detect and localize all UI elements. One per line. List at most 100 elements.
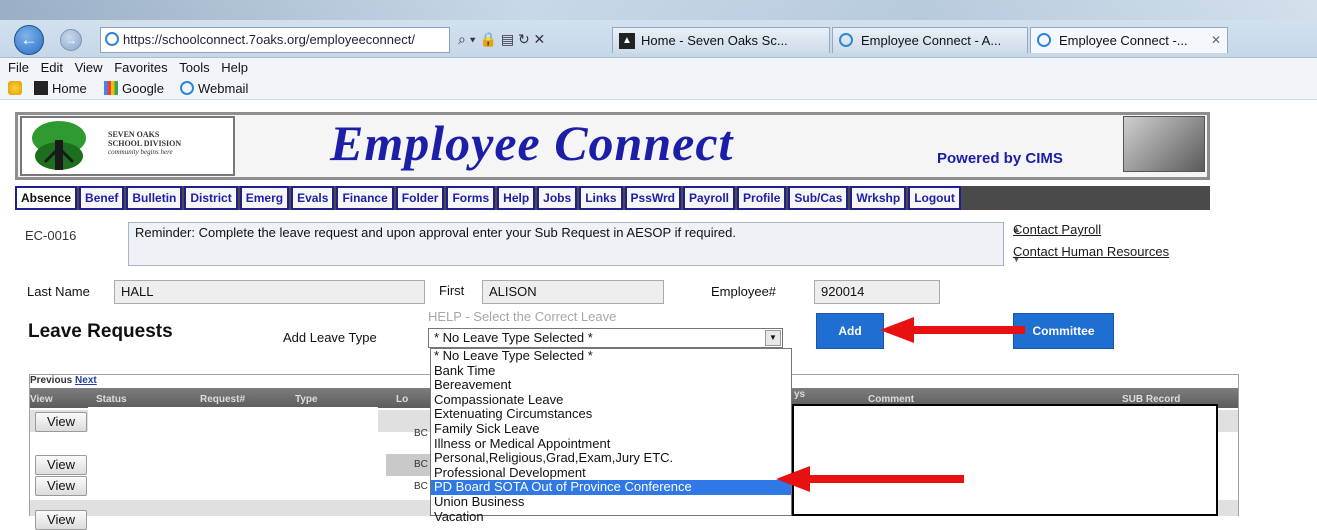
list-item[interactable]: Illness or Medical Appointment bbox=[431, 436, 791, 452]
list-item[interactable]: Compassionate Leave bbox=[431, 392, 791, 408]
address-bar-controls-icon[interactable]: ⌕ ▾ 🔒 ▤ ↻ ✕ bbox=[458, 31, 545, 48]
nav-logout[interactable]: Logout bbox=[908, 186, 961, 210]
add-button[interactable]: Add bbox=[816, 313, 884, 349]
reminder-message: Reminder: Complete the leave request and… bbox=[128, 222, 1004, 266]
nav-psswrd[interactable]: PssWrd bbox=[624, 186, 681, 210]
list-item[interactable]: * No Leave Type Selected * bbox=[431, 349, 791, 364]
col-days: ys bbox=[794, 389, 806, 400]
redacted-box bbox=[792, 404, 1218, 516]
nav-district[interactable]: District bbox=[184, 186, 238, 210]
fav-webmail[interactable]: Webmail bbox=[180, 81, 248, 96]
nav-folder[interactable]: Folder bbox=[395, 186, 445, 210]
page-title: Employee Connect bbox=[330, 115, 734, 171]
nav-finance[interactable]: Finance bbox=[336, 186, 394, 210]
nav-profile[interactable]: Profile bbox=[737, 186, 787, 210]
nav-evals[interactable]: Evals bbox=[291, 186, 335, 210]
menu-edit[interactable]: Edit bbox=[41, 58, 63, 78]
list-item-selected[interactable]: PD Board SOTA Out of Province Conference bbox=[431, 480, 791, 495]
notice-code: EC-0016 bbox=[25, 228, 77, 243]
view-button[interactable]: View bbox=[35, 510, 87, 530]
nav-payroll[interactable]: Payroll bbox=[683, 186, 736, 210]
location-cell: BC bbox=[414, 481, 428, 492]
redacted-area bbox=[88, 407, 378, 495]
school-logo-text: SEVEN OAKS SCHOOL DIVISION community beg… bbox=[108, 130, 182, 156]
view-button[interactable]: View bbox=[35, 455, 87, 475]
fav-home[interactable]: Home bbox=[34, 81, 87, 96]
nav-help[interactable]: Help bbox=[497, 186, 536, 210]
menu-favorites[interactable]: Favorites bbox=[114, 58, 167, 78]
grid-pager: Previous Next bbox=[30, 375, 97, 386]
menu-file[interactable]: File bbox=[8, 58, 29, 78]
employee-number-field[interactable]: 920014 bbox=[814, 280, 940, 304]
oak-tree-logo-icon bbox=[32, 121, 86, 170]
nav-emerg[interactable]: Emerg bbox=[239, 186, 290, 210]
location-cell: BC bbox=[414, 428, 428, 439]
nav-absence[interactable]: Absence bbox=[15, 186, 78, 210]
ie-page-icon bbox=[105, 32, 119, 46]
leave-requests-title: Leave Requests bbox=[28, 321, 173, 342]
col-location: Lo bbox=[396, 394, 409, 405]
tab-employee-connect-1[interactable]: Employee Connect - A... bbox=[832, 27, 1028, 53]
list-item[interactable]: Family Sick Leave bbox=[431, 422, 791, 437]
contact-hr-link[interactable]: Contact Human Resources bbox=[1013, 244, 1169, 259]
tab-home[interactable]: ▲ Home - Seven Oaks Sc... bbox=[612, 27, 830, 53]
favorites-bar: Home Google Webmail bbox=[0, 78, 1317, 100]
close-tab-icon[interactable]: ✕ bbox=[1211, 28, 1221, 53]
view-button[interactable]: View bbox=[35, 476, 87, 496]
tab-employee-connect-2[interactable]: Employee Connect -... ✕ bbox=[1030, 27, 1228, 53]
list-item[interactable]: Bereavement bbox=[431, 378, 791, 393]
list-item[interactable]: Union Business bbox=[431, 495, 791, 510]
nav-forms[interactable]: Forms bbox=[446, 186, 496, 210]
window-title-strip bbox=[0, 0, 1317, 20]
menu-tools[interactable]: Tools bbox=[179, 58, 209, 78]
last-name-label: Last Name bbox=[27, 284, 90, 299]
nav-links[interactable]: Links bbox=[579, 186, 623, 210]
col-view: View bbox=[30, 394, 53, 405]
oak-tree-icon: ▲ bbox=[619, 33, 635, 49]
first-name-field[interactable]: ALISON bbox=[482, 280, 664, 304]
help-text: HELP - Select the Correct Leave bbox=[428, 309, 617, 324]
ie-page-icon bbox=[1037, 33, 1051, 47]
nav-jobs[interactable]: Jobs bbox=[537, 186, 578, 210]
previous-link[interactable]: Previous bbox=[30, 375, 72, 386]
col-status: Status bbox=[96, 394, 127, 405]
next-link[interactable]: Next bbox=[75, 375, 97, 386]
nav-bulletin[interactable]: Bulletin bbox=[126, 186, 183, 210]
menu-help[interactable]: Help bbox=[221, 58, 248, 78]
leave-type-dropdown-list[interactable]: * No Leave Type Selected * Bank Time Ber… bbox=[430, 348, 792, 523]
forward-arrow-icon[interactable]: → bbox=[60, 29, 82, 51]
location-cell: BC bbox=[414, 459, 428, 470]
back-arrow-icon[interactable]: ← bbox=[14, 25, 44, 55]
menu-bar: File Edit View Favorites Tools Help bbox=[0, 58, 1317, 78]
leave-type-select[interactable]: * No Leave Type Selected * ▼ bbox=[428, 328, 783, 348]
list-item[interactable]: Extenuating Circumstances bbox=[431, 407, 791, 422]
list-item[interactable]: Vacation bbox=[431, 509, 791, 525]
list-item[interactable]: Professional Development bbox=[431, 465, 791, 481]
address-bar[interactable]: https://schoolconnect.7oaks.org/employee… bbox=[100, 27, 450, 53]
red-arrow-option-icon bbox=[776, 466, 964, 492]
oak-tree-icon bbox=[34, 81, 48, 95]
employee-number-label: Employee# bbox=[711, 284, 777, 299]
first-name-label: First bbox=[439, 283, 465, 298]
nav-wrkshp[interactable]: Wrkshp bbox=[850, 186, 907, 210]
view-button[interactable]: View bbox=[35, 412, 87, 432]
menu-view[interactable]: View bbox=[75, 58, 103, 78]
nav-benef[interactable]: Benef bbox=[79, 186, 125, 210]
col-type: Type bbox=[295, 394, 318, 405]
favorites-star-icon[interactable] bbox=[8, 81, 26, 96]
ie-page-icon bbox=[839, 33, 853, 47]
col-request-number: Request# bbox=[200, 394, 246, 405]
nav-sub-cas[interactable]: Sub/Cas bbox=[788, 186, 849, 210]
fav-google[interactable]: Google bbox=[104, 81, 164, 96]
contact-payroll-link[interactable]: Contact Payroll bbox=[1013, 222, 1101, 237]
main-nav: Absence Benef Bulletin District Emerg Ev… bbox=[15, 186, 963, 210]
add-leave-type-label: Add Leave Type bbox=[283, 330, 377, 345]
list-item[interactable]: Personal,Religious,Grad,Exam,Jury ETC. bbox=[431, 451, 791, 466]
ie-page-icon bbox=[180, 81, 194, 95]
list-item[interactable]: Bank Time bbox=[431, 363, 791, 379]
url-text: https://schoolconnect.7oaks.org/employee… bbox=[123, 32, 415, 47]
google-icon bbox=[104, 81, 118, 95]
dropdown-arrow-icon[interactable]: ▼ bbox=[765, 330, 781, 346]
last-name-field[interactable]: HALL bbox=[114, 280, 425, 304]
powered-by-label: Powered by CIMS bbox=[937, 150, 1063, 167]
